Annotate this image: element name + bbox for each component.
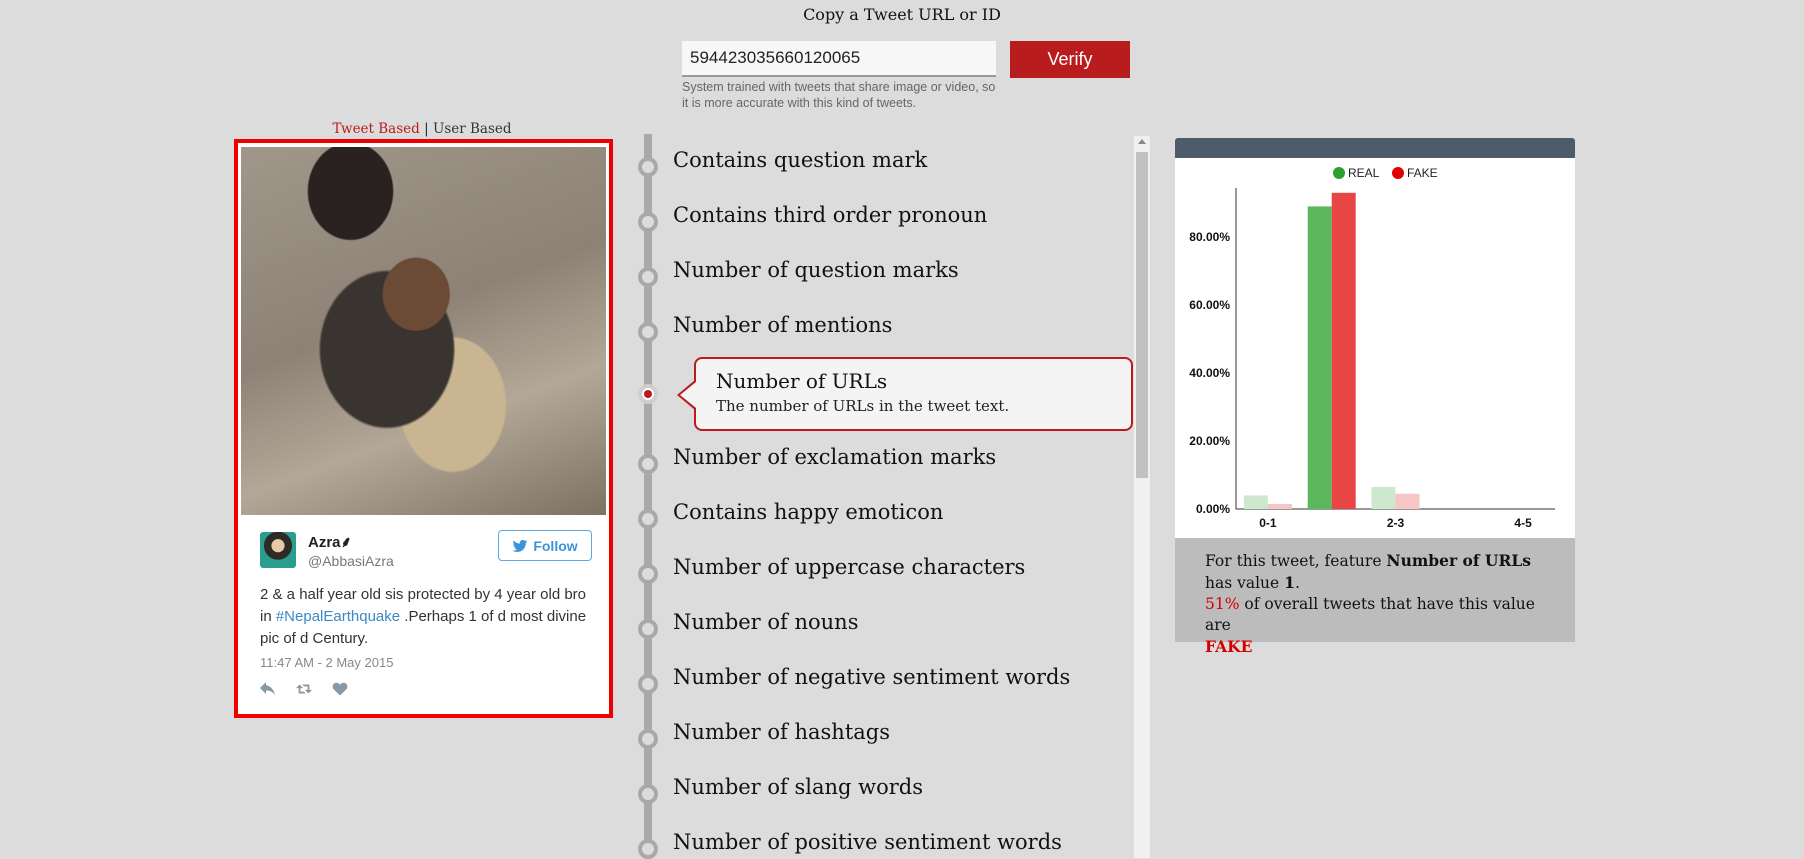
tweet-based-tab[interactable]: Tweet Based bbox=[332, 121, 419, 137]
timeline-node[interactable] bbox=[638, 267, 658, 287]
like-icon[interactable] bbox=[332, 681, 348, 697]
x-tick-label: 0-1 bbox=[1259, 516, 1277, 530]
feature-label: Number of URLs bbox=[716, 369, 888, 393]
scrollbar-thumb[interactable] bbox=[1136, 152, 1148, 478]
result-prefix: For this tweet, feature bbox=[1205, 552, 1387, 570]
legend-swatch-real bbox=[1333, 167, 1345, 179]
bar-fake bbox=[1395, 493, 1420, 509]
feature-item[interactable]: Number of mentions bbox=[673, 313, 892, 337]
timeline-node[interactable] bbox=[638, 674, 658, 694]
avatar[interactable] bbox=[260, 532, 296, 568]
timeline-node[interactable] bbox=[638, 564, 658, 584]
timeline-node[interactable] bbox=[638, 509, 658, 529]
chart-header-bar bbox=[1175, 138, 1575, 158]
feature-item[interactable]: Number of hashtags bbox=[673, 720, 890, 744]
bar-real bbox=[1307, 206, 1332, 509]
y-tick-label: 80.00% bbox=[1189, 230, 1230, 244]
feature-item[interactable]: Number of negative sentiment words bbox=[673, 665, 1070, 689]
x-tick-label: 2-3 bbox=[1387, 516, 1405, 530]
result-percent: 51% bbox=[1205, 595, 1240, 613]
tweet-card: Azra⸙ @AbbasiAzra Follow 2 & a half year… bbox=[234, 139, 613, 718]
result-panel: For this tweet, feature Number of URLs h… bbox=[1175, 538, 1575, 656]
tweet-text: 2 & a half year old sis protected by 4 y… bbox=[260, 584, 590, 650]
tweet-photo[interactable] bbox=[241, 147, 606, 515]
y-tick-label: 60.00% bbox=[1189, 298, 1230, 312]
chart-panel: 0.00% 20.00% 40.00% 60.00% 80.00% 0-1 2-3 4-5 RE… bbox=[1175, 158, 1575, 538]
y-tick-label: 40.00% bbox=[1189, 366, 1230, 380]
selected-pointer-fill bbox=[680, 382, 696, 408]
twitter-bird-icon bbox=[512, 539, 528, 552]
feature-item[interactable]: Contains third order pronoun bbox=[673, 203, 987, 227]
tweet-author-name[interactable]: Azra⸙ bbox=[308, 532, 352, 552]
scrollbar[interactable] bbox=[1134, 136, 1150, 858]
result-line2: of overall tweets that have this value a… bbox=[1205, 595, 1535, 634]
timeline-node[interactable] bbox=[638, 839, 658, 859]
feature-item[interactable]: Number of positive sentiment words bbox=[673, 830, 1062, 854]
bar-real bbox=[1371, 486, 1396, 509]
y-tick-label: 20.00% bbox=[1189, 434, 1230, 448]
result-period: . bbox=[1294, 574, 1300, 592]
timeline-node[interactable] bbox=[638, 729, 658, 749]
result-value: 1 bbox=[1284, 573, 1295, 592]
mode-switch: Tweet Based | User Based bbox=[233, 121, 611, 137]
tweet-timestamp[interactable]: 11:47 AM - 2 May 2015 bbox=[260, 655, 393, 670]
feature-item[interactable]: Number of slang words bbox=[673, 775, 923, 799]
timeline-node[interactable] bbox=[638, 212, 658, 232]
feature-item[interactable]: Contains question mark bbox=[673, 148, 927, 172]
user-based-tab[interactable]: User Based bbox=[433, 121, 512, 137]
feature-item-selected[interactable]: Number of URLs The number of URLs in the … bbox=[694, 357, 1133, 431]
bar-fake bbox=[1267, 503, 1292, 509]
feature-item[interactable]: Number of exclamation marks bbox=[673, 445, 996, 469]
feature-item[interactable]: Number of question marks bbox=[673, 258, 959, 282]
tweet-url-input[interactable] bbox=[682, 41, 996, 77]
mode-separator: | bbox=[419, 121, 433, 137]
feature-item[interactable]: Number of nouns bbox=[673, 610, 858, 634]
legend-swatch-fake bbox=[1392, 167, 1404, 179]
result-verdict: FAKE bbox=[1205, 637, 1253, 656]
y-tick-label: 0.00% bbox=[1196, 502, 1230, 516]
x-tick-label: 4-5 bbox=[1514, 516, 1532, 530]
timeline-node[interactable] bbox=[638, 784, 658, 804]
input-prompt-label: Copy a Tweet URL or ID bbox=[803, 5, 1001, 24]
hint-text: System trained with tweets that share im… bbox=[682, 80, 996, 110]
feature-description: The number of URLs in the tweet text. bbox=[716, 397, 1010, 415]
timeline-node[interactable] bbox=[638, 384, 658, 404]
result-feature-name: Number of URLs bbox=[1386, 551, 1531, 570]
retweet-icon[interactable] bbox=[296, 681, 312, 697]
timeline-node[interactable] bbox=[638, 322, 658, 342]
bar-real bbox=[1243, 495, 1268, 509]
timeline-line bbox=[644, 134, 652, 858]
follow-label: Follow bbox=[533, 537, 578, 554]
feature-item[interactable]: Contains happy emoticon bbox=[673, 500, 943, 524]
feature-item[interactable]: Number of uppercase characters bbox=[673, 555, 1025, 579]
result-suffix: has value bbox=[1205, 574, 1285, 592]
timeline-node[interactable] bbox=[638, 454, 658, 474]
follow-button[interactable]: Follow bbox=[498, 530, 592, 561]
legend-label: FAKE bbox=[1407, 166, 1438, 180]
hashtag-link[interactable]: #NepalEarthquake bbox=[276, 608, 400, 625]
legend-label: REAL bbox=[1348, 166, 1380, 180]
tweet-actions bbox=[260, 681, 348, 697]
timeline-node[interactable] bbox=[638, 619, 658, 639]
scroll-up-arrow[interactable] bbox=[1138, 139, 1146, 144]
tweet-author-handle[interactable]: @AbbasiAzra bbox=[308, 553, 394, 569]
distribution-chart: 0.00% 20.00% 40.00% 60.00% 80.00% 0-1 2-3 4-5 RE… bbox=[1189, 166, 1555, 530]
bar-fake bbox=[1331, 192, 1356, 510]
timeline-node[interactable] bbox=[638, 157, 658, 177]
reply-icon[interactable] bbox=[260, 681, 276, 697]
verify-button[interactable]: Verify bbox=[1010, 41, 1130, 78]
